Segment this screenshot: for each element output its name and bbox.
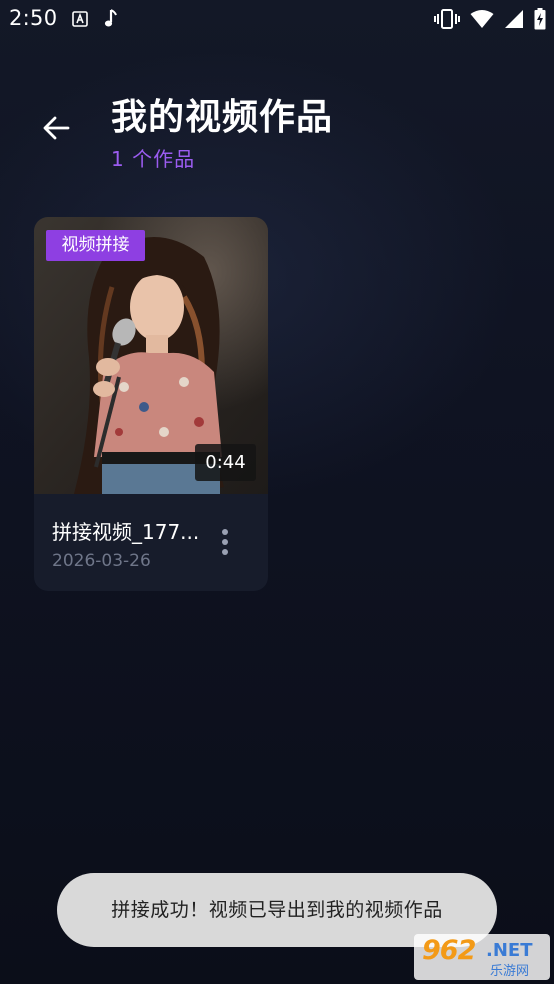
signal-icon (504, 9, 524, 29)
more-vertical-icon-dot (222, 539, 228, 545)
watermark-number: 962 (422, 935, 476, 966)
status-left-icons (72, 9, 118, 29)
music-note-icon (104, 9, 118, 29)
back-button[interactable] (34, 106, 78, 150)
more-vertical-icon-dot (222, 529, 228, 535)
watermark-logo: 962 .NET 乐游网 (414, 934, 550, 980)
status-time: 2:50 (9, 6, 58, 30)
video-duration: 0:44 (195, 444, 256, 481)
vibrate-icon (434, 9, 460, 29)
video-name: 拼接视频_177... (52, 520, 200, 544)
video-tag: 视频拼接 (46, 230, 145, 261)
text-a-icon (72, 11, 88, 27)
status-bar: 2:50 (0, 0, 554, 38)
screen: 2:50 我的视频作品 1 个作品 视频拼接 0:44 拼接视频_177... … (0, 0, 554, 984)
status-right-icons (434, 8, 546, 30)
video-date: 2026-03-26 (52, 551, 151, 571)
video-card[interactable]: 视频拼接 0:44 拼接视频_177... 2026-03-26 (34, 217, 268, 591)
battery-charging-icon (534, 8, 546, 30)
watermark-subtitle: 乐游网 (490, 964, 530, 979)
arrow-left-icon (42, 116, 70, 140)
more-options-button[interactable] (212, 525, 238, 559)
page-title: 我的视频作品 (111, 97, 334, 138)
more-vertical-icon-dot (222, 549, 228, 555)
watermark-suffix: .NET (486, 940, 533, 961)
wifi-icon (470, 9, 494, 29)
work-count: 1 个作品 (111, 147, 196, 171)
video-thumbnail[interactable]: 视频拼接 0:44 (34, 217, 268, 494)
